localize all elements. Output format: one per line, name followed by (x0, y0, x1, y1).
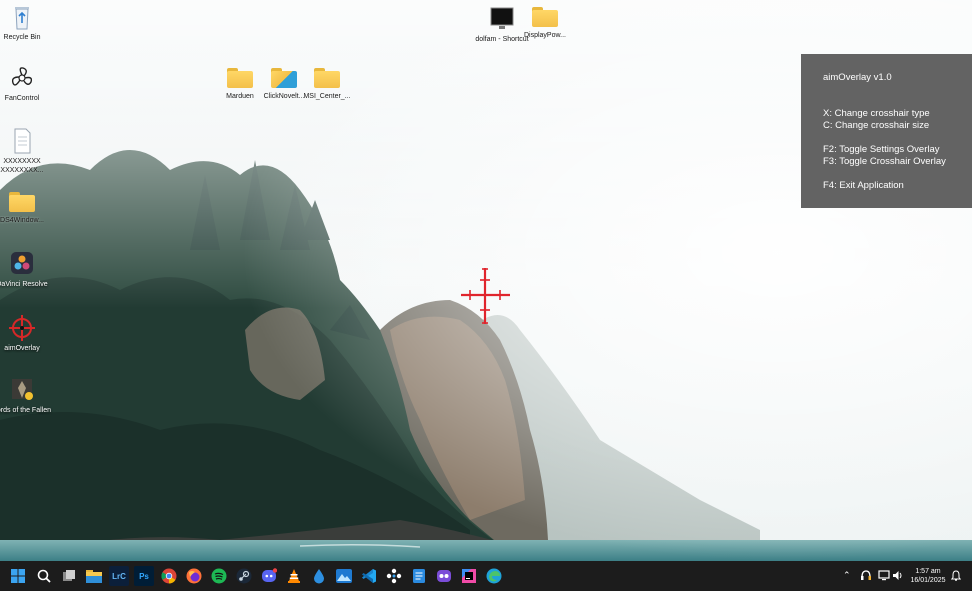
display-icon[interactable] (878, 570, 890, 583)
msi-center-folder[interactable]: MSI_Center_... (296, 64, 358, 101)
aimoverlay-shortcut[interactable]: aimOverlay (0, 314, 53, 353)
notification-bell-icon[interactable] (950, 570, 962, 583)
spotify-icon[interactable] (209, 566, 229, 586)
recycle-bin-icon (15, 7, 29, 30)
monitor-icon (490, 7, 514, 29)
jetbrains-icon[interactable] (459, 566, 479, 586)
folder-icon (9, 192, 35, 212)
clock-time: 1:57 am (915, 568, 941, 575)
notepad-icon[interactable] (409, 566, 429, 586)
sync-app-icon[interactable] (384, 566, 404, 586)
overlay-title: aimOverlay v1.0 (823, 72, 892, 83)
folder-icon (227, 68, 253, 88)
lords-of-the-fallen-shortcut[interactable]: Lords of the Fallen (0, 376, 53, 415)
obsidian-icon[interactable] (434, 566, 454, 586)
headset-icon[interactable] (860, 570, 872, 583)
desktop: Recycle Bin FanControl XXXXXXXX XXXXXXXX… (0, 0, 972, 561)
droplet-app-icon[interactable] (309, 566, 329, 586)
steam-icon[interactable] (234, 566, 254, 586)
ds4windows-label: DS4Window... (0, 217, 44, 224)
overlay-line-change-size: C: Change crosshair size (823, 120, 930, 131)
fancontrol-shortcut[interactable]: FanControl (0, 64, 53, 103)
ds4windows-folder[interactable]: DS4Window... (0, 188, 53, 225)
lords-of-the-fallen-label: Lords of the Fallen (0, 407, 51, 414)
volume-icon[interactable] (892, 570, 904, 583)
photos-icon[interactable] (334, 566, 354, 586)
davinci-resolve-shortcut[interactable]: DaVinci Resolve (0, 250, 53, 289)
chevron-up-icon[interactable]: ⌃ (843, 570, 851, 581)
clock-date: 16/01/2025 (910, 577, 946, 584)
edge-icon[interactable] (484, 566, 504, 586)
firefox-icon[interactable] (184, 566, 204, 586)
crosshair-icon (9, 315, 35, 341)
file-explorer-icon[interactable] (84, 566, 104, 586)
chrome-icon[interactable] (159, 566, 179, 586)
folder-icon (314, 68, 340, 88)
document-icon (14, 128, 31, 154)
overlay-line-toggle-settings: F2: Toggle Settings Overlay (823, 144, 940, 155)
displaypow-label: DisplayPow... (523, 32, 567, 39)
folder-icon (532, 7, 558, 27)
windows-start-icon[interactable] (8, 566, 28, 586)
recycle-bin-label: Recycle Bin (3, 34, 41, 41)
davinci-resolve-icon (11, 252, 33, 274)
aimoverlay-label: aimOverlay (4, 345, 40, 352)
displaypow-folder[interactable]: DisplayPow... (514, 3, 576, 40)
vlc-icon[interactable] (284, 566, 304, 586)
fan-icon (11, 67, 33, 86)
taskbar: LrC Ps ⌃ 1:57 am 16/01/2025 (0, 561, 972, 591)
lightroom-classic-icon[interactable]: LrC (109, 566, 129, 586)
vscode-icon[interactable] (359, 566, 379, 586)
fancontrol-label: FanControl (4, 95, 40, 102)
discord-icon[interactable] (259, 566, 279, 586)
search-icon[interactable] (34, 566, 54, 586)
folder-icon (271, 68, 297, 88)
overlay-line-change-type: X: Change crosshair type (823, 108, 930, 119)
davinci-resolve-label: DaVinci Resolve (0, 281, 48, 288)
clock[interactable]: 1:57 am 16/01/2025 (906, 567, 950, 585)
photoshop-icon[interactable]: Ps (134, 566, 154, 586)
document-file[interactable]: XXXXXXXX XXXXXXXX... (0, 127, 53, 175)
overlay-line-toggle-crosshair: F3: Toggle Crosshair Overlay (823, 156, 946, 167)
aimoverlay-settings-panel: aimOverlay v1.0 X: Change crosshair type… (801, 54, 972, 208)
overlay-line-exit: F4: Exit Application (823, 180, 904, 191)
game-icon (12, 379, 33, 400)
document-label: XXXXXXXX XXXXXXXX... (0, 158, 44, 174)
recycle-bin-icon[interactable]: Recycle Bin (0, 3, 53, 42)
task-view-icon[interactable] (59, 566, 79, 586)
msi-center-label: MSI_Center_... (303, 93, 351, 100)
